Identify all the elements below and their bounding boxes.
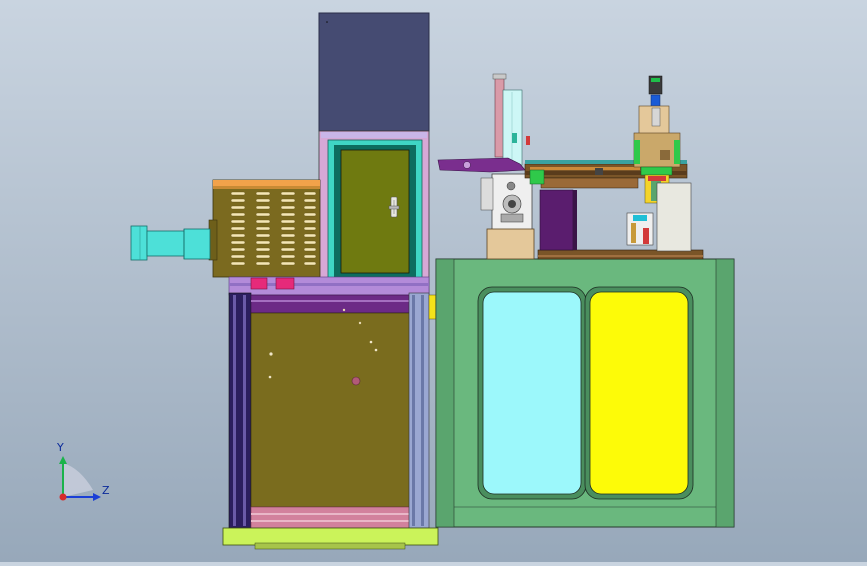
rotation-arc-icon (63, 463, 93, 497)
cyan-window (482, 291, 582, 495)
work-table[interactable] (537, 249, 704, 260)
control-box[interactable] (318, 12, 430, 132)
coordinate-triad: Y Z (50, 440, 120, 510)
machine-assembly-drawing (130, 12, 735, 550)
vertical-cylinder-assembly[interactable] (437, 73, 535, 260)
yellow-window (589, 291, 689, 495)
x-axis-dot-icon (59, 493, 67, 501)
left-frame[interactable] (222, 276, 439, 550)
cyan-nozzle[interactable] (130, 225, 211, 261)
z-axis-label: Z (102, 484, 110, 497)
cad-viewport[interactable]: Y Z (0, 0, 867, 562)
electrical-cabinet[interactable] (318, 130, 430, 294)
vented-heater-unit[interactable] (208, 179, 321, 278)
y-axis-label: Y (57, 441, 64, 454)
green-cabinet[interactable] (435, 258, 735, 528)
